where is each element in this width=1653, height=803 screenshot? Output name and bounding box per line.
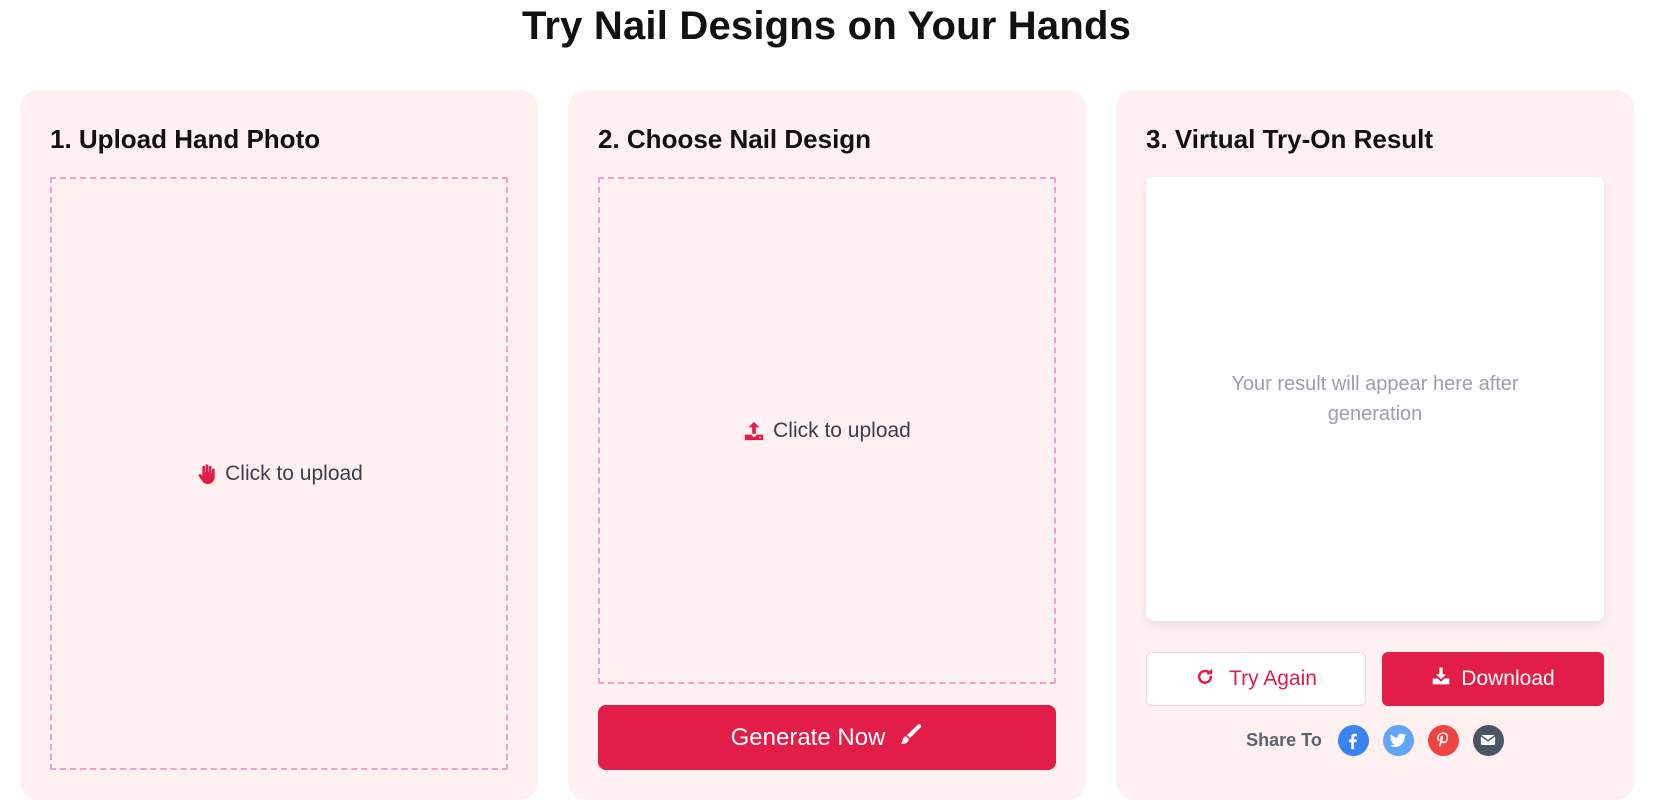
design-dropzone-label: Click to upload bbox=[773, 418, 911, 442]
upload-icon bbox=[743, 420, 765, 442]
design-dropzone-content: Click to upload bbox=[743, 419, 911, 443]
result-placeholder-text: Your result will appear here after gener… bbox=[1231, 373, 1519, 425]
nail-design-dropzone[interactable]: Click to upload bbox=[598, 177, 1056, 684]
hand-icon bbox=[195, 463, 217, 485]
hand-dropzone-content: Click to upload bbox=[195, 462, 363, 486]
download-button[interactable]: Download bbox=[1382, 652, 1604, 706]
pinterest-icon[interactable] bbox=[1427, 724, 1459, 756]
share-label: Share To bbox=[1246, 729, 1322, 750]
result-card: 3. Virtual Try-On Result Your result wil… bbox=[1116, 90, 1634, 800]
page-title: Try Nail Designs on Your Hands bbox=[521, 4, 1132, 48]
generate-now-button[interactable]: Generate Now bbox=[598, 705, 1056, 770]
result-preview-panel: Your result will appear here after gener… bbox=[1146, 177, 1604, 621]
nail-design-title: 2. Choose Nail Design bbox=[598, 124, 872, 154]
email-icon[interactable] bbox=[1472, 724, 1504, 756]
try-again-label: Try Again bbox=[1229, 667, 1317, 690]
download-label: Download bbox=[1461, 667, 1555, 690]
upload-hand-card: 1. Upload Hand Photo Click to upload bbox=[20, 90, 538, 800]
try-again-button[interactable]: Try Again bbox=[1146, 652, 1366, 706]
nail-design-card: 2. Choose Nail Design Click to upload Ge… bbox=[568, 90, 1086, 800]
hand-photo-dropzone[interactable]: Click to upload bbox=[50, 177, 508, 770]
redo-icon bbox=[1195, 666, 1215, 692]
generate-now-label: Generate Now bbox=[730, 723, 886, 751]
result-title: 3. Virtual Try-On Result bbox=[1146, 124, 1434, 154]
twitter-icon[interactable] bbox=[1382, 724, 1414, 756]
hand-dropzone-label: Click to upload bbox=[225, 461, 363, 485]
facebook-icon[interactable] bbox=[1337, 724, 1369, 756]
download-icon bbox=[1431, 666, 1451, 692]
brush-icon bbox=[899, 722, 923, 753]
upload-hand-title: 1. Upload Hand Photo bbox=[50, 124, 321, 154]
result-action-row: Try Again Download bbox=[1146, 652, 1604, 706]
share-row: Share To bbox=[1116, 724, 1634, 756]
